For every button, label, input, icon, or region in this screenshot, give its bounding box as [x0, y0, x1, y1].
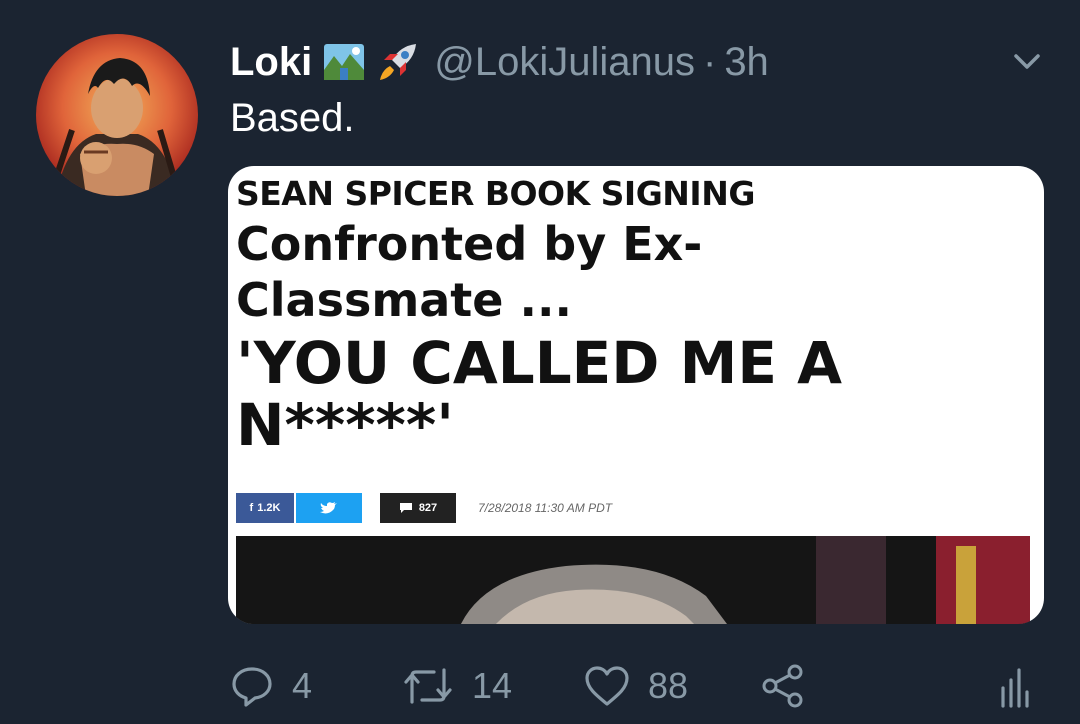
- facebook-icon: f: [249, 502, 254, 514]
- retweet-icon: [404, 668, 452, 704]
- avatar[interactable]: [36, 34, 198, 196]
- timestamp[interactable]: 3h: [724, 40, 769, 85]
- headline-quote: 'YOU CALLED ME A N*****': [236, 332, 1016, 456]
- heart-icon: [585, 666, 629, 706]
- display-name[interactable]: Loki: [230, 40, 312, 85]
- national-park-emoji: [322, 40, 366, 84]
- facebook-count: 1.2K: [257, 502, 281, 514]
- headline-line: Classmate ...: [236, 273, 572, 327]
- headline-line: Confronted by Ex-: [236, 217, 703, 271]
- rocket-emoji: [376, 40, 420, 84]
- article-kicker: SEAN SPICER BOOK SIGNING: [236, 174, 755, 213]
- comment-icon: [399, 503, 412, 513]
- comment-count: 827: [418, 502, 438, 514]
- chevron-down-icon[interactable]: [1010, 44, 1044, 78]
- share-icon: [762, 664, 803, 708]
- retweet-button[interactable]: 14: [402, 660, 512, 712]
- tweet-media-image[interactable]: SEAN SPICER BOOK SIGNING Confronted by E…: [228, 166, 1044, 624]
- headline-line: N*****': [236, 391, 454, 459]
- comments-button: 827: [380, 493, 456, 523]
- reply-button[interactable]: 4: [230, 660, 312, 712]
- article-photo: [236, 536, 1030, 624]
- like-button[interactable]: 88: [584, 660, 688, 712]
- reply-icon: [232, 667, 272, 707]
- tweet-header: Loki @LokiJulianus · 3h: [230, 36, 769, 88]
- article-headline: Confronted by Ex- Classmate ... 'YOU CAL…: [236, 216, 1016, 456]
- reply-count: 4: [292, 665, 313, 706]
- article-date: 7/28/2018 11:30 AM PDT: [478, 501, 613, 515]
- share-button[interactable]: [760, 660, 806, 712]
- tweet-text: Based.: [230, 96, 355, 140]
- facebook-share-button: f 1.2K: [236, 493, 294, 523]
- retweet-count: 14: [472, 665, 513, 706]
- headline-line: 'YOU CALLED ME A: [236, 329, 843, 397]
- twitter-bird-icon: [320, 502, 337, 514]
- separator-dot: ·: [702, 39, 717, 84]
- tweet-actions: 4 14 88: [230, 660, 1050, 712]
- share-row: f 1.2K 827 7/28/2018 11:30 AM PDT: [236, 492, 612, 524]
- tweet[interactable]: Loki @LokiJulianus · 3h Based. SEAN SPIC…: [0, 0, 1080, 724]
- twitter-share-button: [296, 493, 362, 523]
- user-handle[interactable]: @LokiJulianus: [434, 40, 695, 85]
- analytics-button[interactable]: [998, 660, 1032, 712]
- like-count: 88: [648, 665, 689, 706]
- analytics-icon: [1001, 668, 1029, 708]
